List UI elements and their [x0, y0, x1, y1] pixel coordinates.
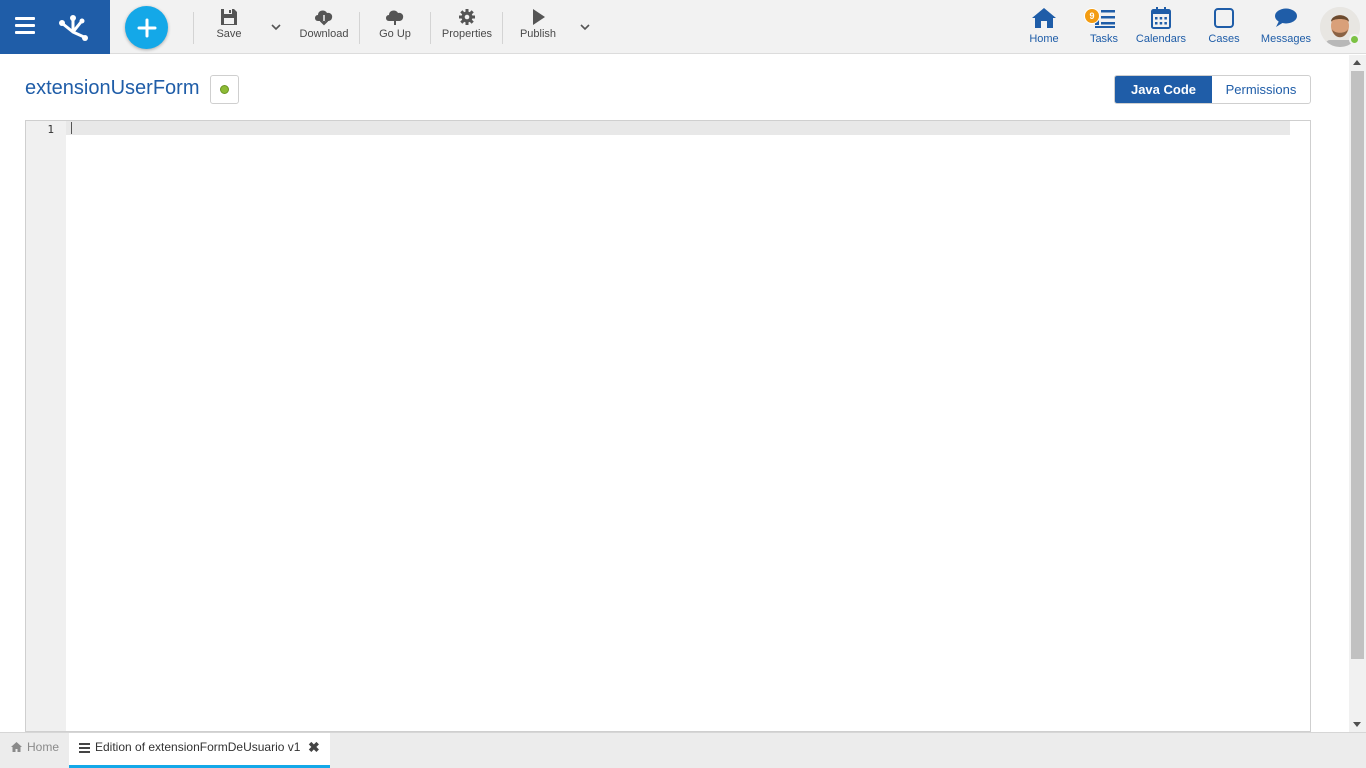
bottom-tab-document-label: Edition of extensionFormDeUsuario v1 [95, 740, 301, 754]
properties-label: Properties [441, 28, 493, 40]
chevron-down-icon[interactable] [269, 20, 283, 34]
bottom-tab-document[interactable]: Edition of extensionFormDeUsuario v1 ✖ [69, 733, 330, 768]
messages-icon [1275, 8, 1297, 27]
calendar-icon [1151, 7, 1171, 29]
line-number: 1 [47, 123, 54, 136]
go-up-label: Go Up [379, 28, 411, 40]
nav-home-label: Home [1029, 33, 1059, 45]
go-up-button[interactable]: Go Up [376, 8, 414, 48]
nav-cases[interactable]: Cases [1207, 6, 1241, 50]
tab-java-code[interactable]: Java Code [1115, 76, 1212, 103]
toolbar-divider [193, 12, 194, 44]
scrollbar-thumb[interactable] [1351, 71, 1364, 659]
page-title: extensionUserForm [25, 77, 200, 99]
save-icon [221, 9, 237, 25]
scroll-down-arrow[interactable] [1353, 722, 1361, 727]
nav-calendars[interactable]: Calendars [1135, 6, 1187, 50]
logo-icon[interactable] [56, 10, 90, 44]
home-icon [11, 742, 22, 752]
online-status-dot [1349, 34, 1360, 45]
status-dot [220, 85, 229, 94]
download-label: Download [299, 28, 349, 40]
publish-button[interactable]: Publish [518, 8, 558, 48]
gear-icon [459, 9, 475, 25]
app-window: Save Download Go Up Properties Publish H… [0, 0, 1366, 768]
document-list-icon [79, 743, 90, 753]
close-icon[interactable]: ✖ [308, 739, 320, 756]
play-icon [533, 9, 545, 25]
brand-area [0, 0, 110, 54]
tasks-count-badge: 9 [1084, 8, 1100, 24]
save-label: Save [216, 28, 242, 40]
download-icon [315, 10, 333, 26]
tab-permissions[interactable]: Permissions [1212, 76, 1310, 103]
toolbar-divider [502, 12, 503, 44]
top-toolbar: Save Download Go Up Properties Publish H… [0, 0, 1366, 54]
text-cursor [71, 122, 72, 134]
add-button[interactable] [125, 6, 168, 49]
line-number-gutter: 1 [26, 121, 66, 731]
upload-icon [386, 10, 404, 25]
chevron-down-icon[interactable] [578, 20, 592, 34]
publish-label: Publish [519, 28, 557, 40]
plus-icon [137, 18, 156, 37]
scroll-up-arrow[interactable] [1353, 60, 1361, 65]
download-button[interactable]: Download [298, 8, 350, 48]
toolbar-divider [430, 12, 431, 44]
status-button[interactable] [210, 75, 239, 104]
vertical-scrollbar[interactable] [1349, 55, 1366, 732]
nav-messages-label: Messages [1260, 33, 1312, 45]
nav-tasks-label: Tasks [1089, 33, 1119, 45]
code-editor[interactable]: 1 [25, 120, 1311, 732]
cases-icon [1214, 8, 1234, 28]
bottom-tab-home[interactable]: Home [10, 740, 59, 754]
bottom-tab-bar: Home Edition of extensionFormDeUsuario v… [0, 732, 1366, 768]
nav-messages[interactable]: Messages [1259, 6, 1313, 50]
menu-icon[interactable] [15, 17, 35, 35]
bottom-tab-home-label: Home [27, 740, 60, 754]
home-icon [1032, 8, 1056, 28]
nav-calendars-label: Calendars [1135, 33, 1187, 45]
nav-cases-label: Cases [1208, 33, 1240, 45]
properties-button[interactable]: Properties [440, 8, 494, 48]
toolbar-divider [359, 12, 360, 44]
nav-home[interactable]: Home [1026, 6, 1062, 50]
view-tabs: Java Code Permissions [1114, 75, 1311, 104]
save-button[interactable]: Save [212, 8, 246, 48]
active-line-highlight [66, 121, 1290, 135]
